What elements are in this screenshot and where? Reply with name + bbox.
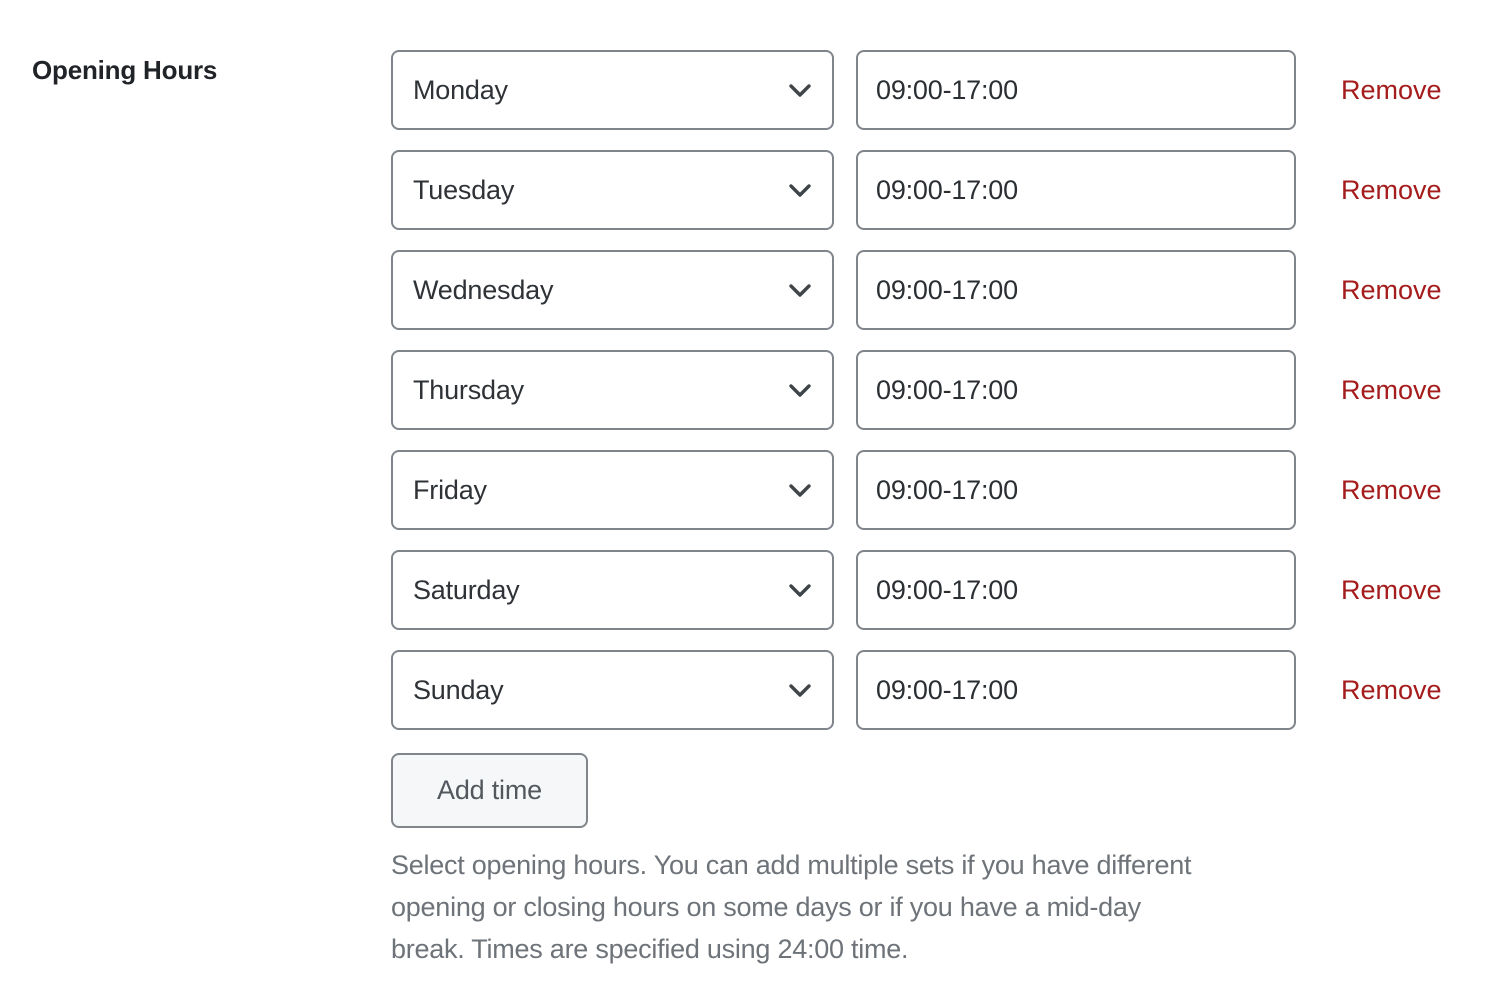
time-range-input[interactable] bbox=[856, 150, 1296, 230]
opening-hours-row-4: Thursday Remove bbox=[391, 350, 1461, 430]
time-range-input[interactable] bbox=[856, 550, 1296, 630]
day-select-value: Tuesday bbox=[413, 175, 515, 205]
opening-hours-rows: Monday Remove Tuesday Remove Wednesday R… bbox=[391, 50, 1461, 730]
remove-link[interactable]: Remove bbox=[1341, 650, 1442, 730]
day-select[interactable]: Thursday bbox=[391, 350, 834, 430]
remove-link[interactable]: Remove bbox=[1341, 550, 1442, 630]
opening-hours-row-3: Wednesday Remove bbox=[391, 250, 1461, 330]
day-select[interactable]: Saturday bbox=[391, 550, 834, 630]
chevron-down-icon bbox=[789, 384, 811, 397]
remove-link[interactable]: Remove bbox=[1341, 250, 1442, 330]
remove-link[interactable]: Remove bbox=[1341, 350, 1442, 430]
time-range-input[interactable] bbox=[856, 450, 1296, 530]
day-select-value: Monday bbox=[413, 75, 508, 105]
remove-link[interactable]: Remove bbox=[1341, 50, 1442, 130]
time-range-input[interactable] bbox=[856, 50, 1296, 130]
day-select-value: Saturday bbox=[413, 575, 520, 605]
chevron-down-icon bbox=[789, 84, 811, 97]
day-select-value: Sunday bbox=[413, 675, 504, 705]
page-title: Opening Hours bbox=[32, 55, 218, 85]
chevron-down-icon bbox=[789, 284, 811, 297]
day-select[interactable]: Friday bbox=[391, 450, 834, 530]
opening-hours-field: Opening Hours Monday Remove Tuesday Remo… bbox=[0, 0, 1498, 1002]
opening-hours-row-1: Monday Remove bbox=[391, 50, 1461, 130]
opening-hours-row-7: Sunday Remove bbox=[391, 650, 1461, 730]
remove-link[interactable]: Remove bbox=[1341, 450, 1442, 530]
help-text: Select opening hours. You can add multip… bbox=[391, 850, 1192, 964]
day-select[interactable]: Wednesday bbox=[391, 250, 834, 330]
opening-hours-row-2: Tuesday Remove bbox=[391, 150, 1461, 230]
day-select[interactable]: Sunday bbox=[391, 650, 834, 730]
add-time-button[interactable]: Add time bbox=[391, 753, 588, 828]
chevron-down-icon bbox=[789, 684, 811, 697]
day-select-value: Wednesday bbox=[413, 275, 554, 305]
time-range-input[interactable] bbox=[856, 650, 1296, 730]
remove-link[interactable]: Remove bbox=[1341, 150, 1442, 230]
time-range-input[interactable] bbox=[856, 350, 1296, 430]
chevron-down-icon bbox=[789, 484, 811, 497]
day-select[interactable]: Monday bbox=[391, 50, 834, 130]
chevron-down-icon bbox=[789, 184, 811, 197]
day-select-value: Friday bbox=[413, 475, 487, 505]
day-select-value: Thursday bbox=[413, 375, 524, 405]
chevron-down-icon bbox=[789, 584, 811, 597]
day-select[interactable]: Tuesday bbox=[391, 150, 834, 230]
opening-hours-row-5: Friday Remove bbox=[391, 450, 1461, 530]
time-range-input[interactable] bbox=[856, 250, 1296, 330]
opening-hours-row-6: Saturday Remove bbox=[391, 550, 1461, 630]
opening-hours-controls: Monday Remove Tuesday Remove Wednesday R… bbox=[391, 50, 1461, 964]
